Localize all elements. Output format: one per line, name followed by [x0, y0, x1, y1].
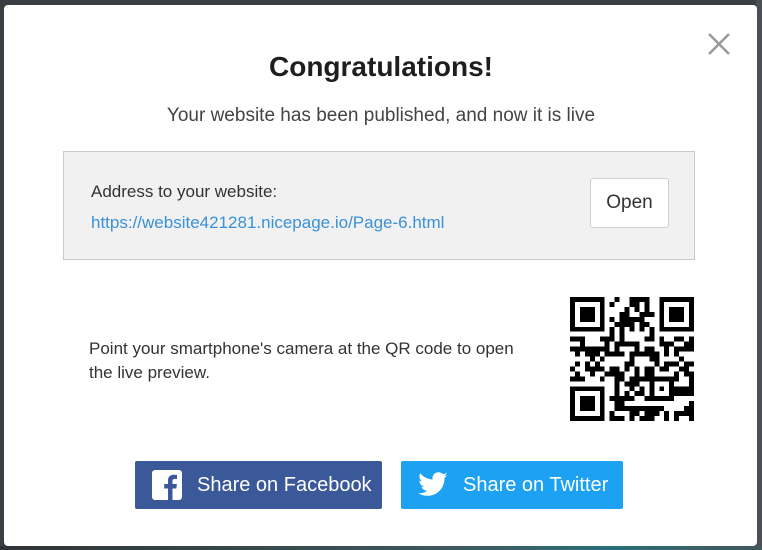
twitter-icon	[417, 469, 449, 501]
share-facebook-label: Share on Facebook	[197, 473, 372, 496]
qr-code	[570, 297, 694, 421]
website-url-link[interactable]: https://website421281.nicepage.io/Page-6…	[91, 213, 444, 233]
backdrop-bottom	[0, 546, 762, 550]
dialog-subtitle: Your website has been published, and now…	[166, 105, 596, 126]
address-panel: Address to your website: https://website…	[63, 151, 695, 260]
publish-dialog: Congratulations! Your website has been p…	[4, 5, 757, 546]
address-label: Address to your website:	[91, 182, 278, 201]
open-button[interactable]: Open	[590, 178, 669, 228]
qr-instructions: Point your smartphone's camera at the QR…	[89, 339, 514, 382]
share-twitter-button[interactable]: Share on Twitter	[401, 461, 623, 509]
share-facebook-button[interactable]: Share on Facebook	[135, 461, 382, 509]
dialog-title: Congratulations!	[269, 51, 493, 82]
facebook-icon	[151, 469, 183, 501]
share-twitter-label: Share on Twitter	[463, 473, 609, 496]
